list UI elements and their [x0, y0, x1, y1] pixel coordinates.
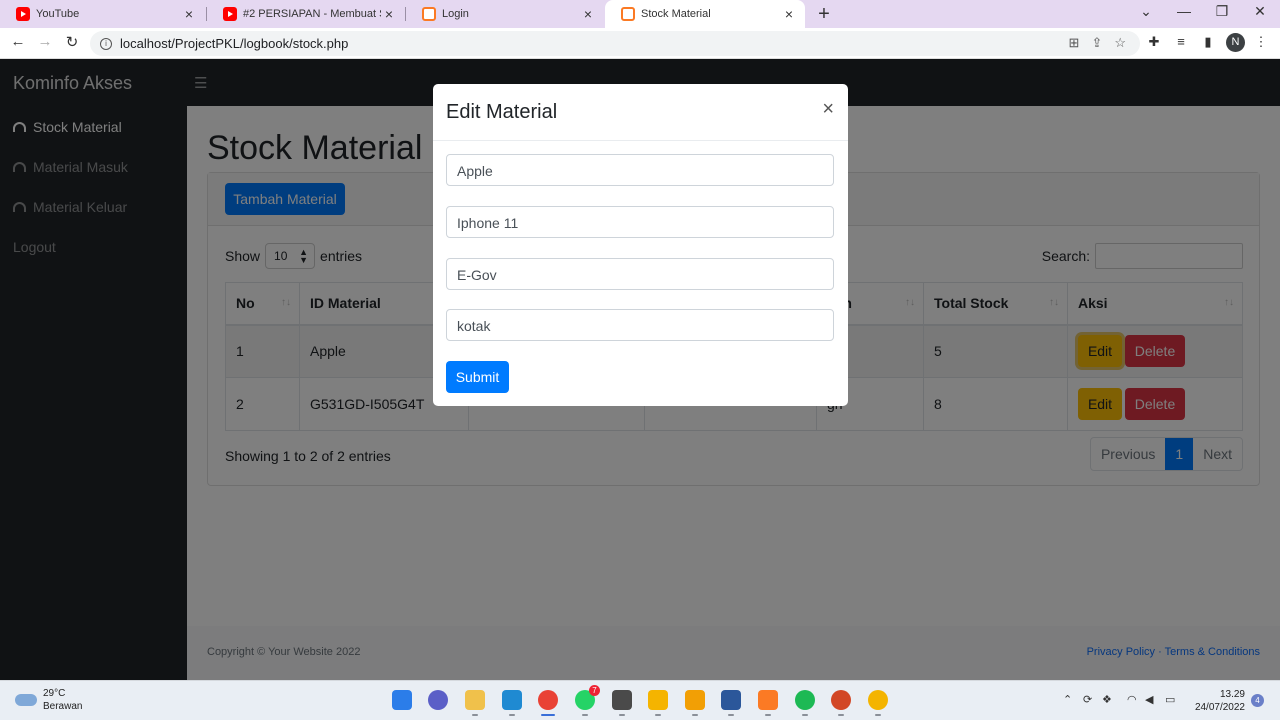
submit-button[interactable]: Submit — [446, 361, 509, 393]
folder-icon[interactable] — [648, 690, 668, 710]
chrome-canary-icon[interactable] — [868, 690, 888, 710]
restore-icon[interactable]: ❐ — [1212, 3, 1232, 20]
teams-chat-icon[interactable] — [428, 690, 448, 710]
tab-youtube[interactable]: YouTube × — [0, 0, 205, 28]
running-indicator — [619, 714, 625, 716]
file-explorer-icon[interactable] — [465, 690, 485, 710]
url-text: localhost/ProjectPKL/logbook/stock.php — [120, 36, 349, 51]
volume-icon[interactable]: ◀ — [1145, 693, 1153, 706]
address-bar[interactable]: i localhost/ProjectPKL/logbook/stock.php… — [90, 31, 1140, 56]
running-indicator — [728, 714, 734, 716]
running-indicator — [655, 714, 661, 716]
modal-header: Edit Material × — [433, 84, 848, 141]
modal-title: Edit Material — [446, 101, 558, 123]
clock[interactable]: 13.29 24/07/2022 — [1192, 688, 1245, 714]
bookmark-star-icon[interactable]: ☆ — [1114, 35, 1126, 51]
translate-icon[interactable]: ⊞ — [1069, 35, 1080, 51]
edit-material-modal: Edit Material × Apple Iphone 11 E-Gov ko… — [433, 84, 848, 406]
spotify-icon[interactable] — [795, 690, 815, 710]
sublime-text-icon[interactable] — [612, 690, 632, 710]
xampp-icon — [422, 7, 436, 21]
minimize-icon[interactable]: — — [1174, 3, 1194, 19]
running-indicator — [472, 714, 478, 716]
weather-widget[interactable]: 29°C Berawan — [15, 687, 82, 713]
running-indicator — [692, 714, 698, 716]
new-tab-button[interactable]: + — [813, 3, 835, 26]
xampp-icon[interactable] — [758, 690, 778, 710]
menu-icon[interactable]: ⋮ — [1252, 34, 1270, 50]
close-tab-icon[interactable]: × — [580, 6, 596, 22]
side-panel-icon[interactable]: ▮ — [1199, 34, 1217, 50]
vscode-icon[interactable] — [502, 690, 522, 710]
browser-toolbar: ← → ↻ i localhost/ProjectPKL/logbook/sto… — [0, 28, 1280, 59]
running-indicator — [541, 714, 555, 716]
running-indicator — [875, 714, 881, 716]
dropbox-icon[interactable]: ❖ — [1102, 693, 1112, 706]
youtube-icon — [223, 7, 237, 21]
running-indicator — [838, 714, 844, 716]
weather-condition: Berawan — [43, 701, 83, 712]
battery-icon[interactable]: ▭ — [1165, 693, 1175, 706]
browser-tab-strip: YouTube × #2 PERSIAPAN - Membuat Sistem … — [0, 0, 1280, 28]
close-icon[interactable]: × — [822, 98, 834, 121]
sync-icon[interactable]: ⟳ — [1083, 693, 1092, 706]
running-indicator — [765, 714, 771, 716]
star-app-icon[interactable] — [685, 690, 705, 710]
powerpoint-icon[interactable] — [831, 690, 851, 710]
tab-title: Login — [442, 8, 469, 20]
forward-icon[interactable]: → — [35, 33, 55, 50]
close-tab-icon[interactable]: × — [181, 6, 197, 22]
site-info-icon[interactable]: i — [100, 37, 112, 50]
reading-list-icon[interactable]: ≡ — [1172, 34, 1190, 49]
whatsapp-badge: 7 — [589, 685, 600, 696]
running-indicator — [509, 714, 515, 716]
tab-title: YouTube — [36, 8, 80, 20]
temperature: 29°C — [43, 688, 66, 699]
running-indicator — [582, 714, 588, 716]
tab-title: #2 PERSIAPAN - Membuat Sistem — [243, 8, 381, 20]
tab-title: Stock Material — [641, 8, 711, 20]
show-hidden-icons-icon[interactable]: ⌃ — [1063, 693, 1072, 706]
close-tab-icon[interactable]: × — [781, 6, 797, 22]
close-tab-icon[interactable]: × — [381, 6, 397, 22]
chrome-icon[interactable] — [538, 690, 558, 710]
tab-stock-material[interactable]: Stock Material × — [605, 0, 805, 28]
profile-avatar[interactable]: N — [1226, 33, 1245, 52]
satuan-field[interactable]: kotak — [446, 309, 834, 341]
tab-persiapan[interactable]: #2 PERSIAPAN - Membuat Sistem × — [207, 0, 405, 28]
date: 24/07/2022 — [1194, 702, 1245, 713]
reload-icon[interactable]: ↻ — [62, 33, 82, 51]
word-icon[interactable] — [721, 690, 741, 710]
nama-material-field[interactable]: Iphone 11 — [446, 206, 834, 238]
youtube-icon — [16, 7, 30, 21]
notification-badge[interactable]: 4 — [1251, 694, 1264, 707]
id-material-field[interactable]: Apple — [446, 154, 834, 186]
wifi-icon[interactable]: ◠ — [1127, 693, 1137, 706]
lokasi-field[interactable]: E-Gov — [446, 258, 834, 290]
share-icon[interactable]: ⇪ — [1091, 35, 1102, 51]
close-window-icon[interactable]: ✕ — [1250, 3, 1270, 20]
back-icon[interactable]: ← — [8, 33, 28, 50]
cloud-icon — [15, 694, 37, 706]
tab-search-icon[interactable]: ⌄ — [1136, 3, 1156, 20]
extensions-icon[interactable]: ✚ — [1145, 34, 1163, 50]
taskbar: 29°C Berawan 7 ⌃ ⟳ ❖ ◠ ◀ ▭ 13.29 24/07/2… — [0, 680, 1280, 720]
start-icon[interactable] — [392, 690, 412, 710]
tab-login[interactable]: Login × — [406, 0, 604, 28]
running-indicator — [802, 714, 808, 716]
time: 13.29 — [1219, 689, 1245, 700]
xampp-icon — [621, 7, 635, 21]
